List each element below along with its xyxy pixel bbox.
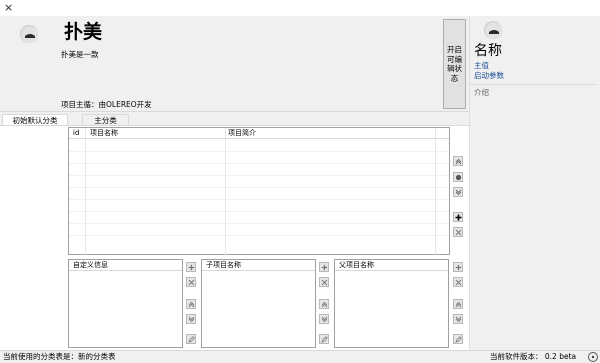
project-table[interactable]: id 项目名称 项目简介 [68,127,450,256]
custom-info-table[interactable]: 自定义信息 [68,259,183,348]
custom-info-table-header: 自定义信息 [69,260,182,271]
edit-icon [454,335,462,343]
project-table-header: id 项目名称 项目简介 [69,128,449,139]
close-button[interactable]: × [4,2,16,14]
info-icon [591,355,595,359]
enable-edit-button[interactable]: 开启可编辑状态 [443,19,466,109]
detail-param-link[interactable]: 启动参数 [474,70,504,81]
move-down-button[interactable] [186,314,196,324]
app-logo-icon [485,22,503,40]
row-divider [69,175,449,176]
row-divider [69,211,449,212]
move-up-button[interactable] [453,299,463,309]
edit-button[interactable] [319,334,329,344]
delete-project-button[interactable] [453,227,463,237]
column-id[interactable]: id [73,128,79,138]
move-down-button[interactable] [453,187,463,197]
title-bar [0,0,600,16]
move-down-button[interactable] [453,314,463,324]
add-icon [455,214,461,220]
enable-edit-button-label: 开启可编辑状态 [447,45,462,83]
app-owner: 项目主循：由OLEREO开发 [61,100,152,109]
chevron-double-up-icon [455,158,461,164]
sub-project-table[interactable]: 子项目名称 [201,259,316,348]
detail-intro-label: 介绍 [474,88,489,97]
delete-button[interactable] [319,277,329,287]
chevron-double-up-icon [455,301,461,307]
status-version: 当前软件版本： 0.2 beta [490,352,577,361]
edit-button[interactable] [186,334,196,344]
row-divider [69,235,449,236]
row-divider [69,223,449,224]
chevron-double-down-icon [455,189,461,195]
delete-icon [321,279,327,285]
edit-button[interactable] [453,334,463,344]
add-button[interactable] [453,262,463,272]
parent-project-table[interactable]: 父项目名称 [334,259,449,348]
chevron-double-down-icon [188,316,194,322]
row-divider [69,199,449,200]
add-button[interactable] [319,262,329,272]
column-divider [225,128,226,256]
header-divider [0,111,469,112]
chevron-double-down-icon [455,316,461,322]
row-divider [69,187,449,188]
column-sub-project-name[interactable]: 子项目名称 [206,260,241,270]
delete-icon [188,279,194,285]
app-logo-icon [21,26,39,44]
move-up-button[interactable] [186,299,196,309]
chevron-double-up-icon [321,301,327,307]
detail-avatar [484,21,503,40]
edit-icon [320,335,328,343]
edit-icon [187,335,195,343]
delete-button[interactable] [453,277,463,287]
column-parent-project-name[interactable]: 父项目名称 [339,260,374,270]
row-divider [69,151,449,152]
move-up-button[interactable] [319,299,329,309]
sub-project-table-header: 子项目名称 [202,260,315,271]
record-icon [455,174,461,180]
add-icon [188,264,194,270]
delete-icon [455,229,461,235]
detail-title: 名称 [474,43,502,59]
add-icon [321,264,327,270]
column-divider [435,128,436,256]
column-custom-info[interactable]: 自定义信息 [73,260,108,270]
delete-icon [455,279,461,285]
move-down-button[interactable] [319,314,329,324]
add-icon [455,264,461,270]
chevron-double-up-icon [188,301,194,307]
move-up-button[interactable] [453,156,463,166]
app-avatar [20,25,39,44]
status-current-category: 当前使用的分类表是：新的分类表 [3,352,116,361]
row-divider [69,163,449,164]
column-project-intro[interactable]: 项目简介 [228,128,256,138]
record-button[interactable] [453,172,463,182]
delete-button[interactable] [186,277,196,287]
chevron-double-down-icon [321,316,327,322]
app-description: 扑美是一款 [61,50,99,59]
add-project-button[interactable] [453,212,463,222]
parent-project-table-header: 父项目名称 [335,260,448,271]
column-divider [85,128,86,256]
app-title: 扑美 [64,21,103,43]
detail-divider [470,84,596,85]
add-button[interactable] [186,262,196,272]
status-info-button[interactable] [588,352,598,362]
column-project-name[interactable]: 项目名称 [90,128,118,138]
